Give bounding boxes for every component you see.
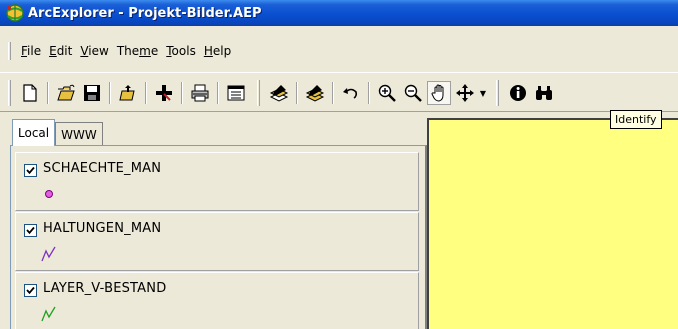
- layer-visibility-checkbox[interactable]: [24, 164, 37, 177]
- find-button[interactable]: [532, 81, 556, 105]
- print-icon: [191, 84, 209, 102]
- pan-move-icon: [456, 84, 474, 102]
- tab-www[interactable]: WWW: [55, 122, 103, 146]
- save-icon: [84, 85, 100, 101]
- legend-panel: Local WWW SCHAECHTE_MAN HALTUNGEN_MAN LA…: [10, 118, 427, 329]
- legend-area: SCHAECHTE_MAN HALTUNGEN_MAN LAYER_V-BEST…: [10, 145, 427, 329]
- undo-icon: [343, 88, 358, 99]
- add-theme-icon: [156, 85, 172, 101]
- menu-theme[interactable]: Theme: [115, 44, 164, 58]
- layer-item[interactable]: HALTUNGEN_MAN: [15, 212, 419, 271]
- toolbar-separator: [47, 82, 49, 104]
- checkmark-icon: [26, 286, 35, 295]
- arcexplorer-window: ArcExplorer - Projekt-Bilder.AEP File Ed…: [0, 0, 678, 329]
- print-button[interactable]: [188, 81, 212, 105]
- toolbar-separator: [368, 82, 370, 104]
- layer-item[interactable]: SCHAECHTE_MAN: [15, 152, 419, 211]
- layer-visibility-checkbox[interactable]: [24, 284, 37, 297]
- zoom-in-icon: [378, 84, 396, 102]
- zoom-out-icon: [404, 84, 422, 102]
- theme-properties-icon: [269, 85, 289, 102]
- pan-move-button[interactable]: [453, 81, 477, 105]
- zoom-in-button[interactable]: [375, 81, 399, 105]
- layer-item[interactable]: LAYER_V-BESTAND: [15, 272, 419, 329]
- save-button[interactable]: [80, 81, 104, 105]
- identify-icon: [510, 85, 526, 101]
- menu-edit[interactable]: Edit: [47, 44, 78, 58]
- menu-bar: File Edit View Theme Tools Help: [0, 40, 678, 62]
- tab-local[interactable]: Local: [12, 119, 56, 146]
- theme-properties-button[interactable]: [267, 81, 291, 105]
- new-button[interactable]: [18, 81, 42, 105]
- arcexplorer-globe-icon: [6, 4, 24, 22]
- layer-list: SCHAECHTE_MAN HALTUNGEN_MAN LAYER_V-BEST…: [15, 152, 419, 329]
- toolbar-grip[interactable]: [8, 80, 11, 106]
- undo-button[interactable]: [339, 81, 363, 105]
- find-icon: [536, 86, 552, 100]
- toolbar-grip[interactable]: [257, 80, 260, 106]
- toolbar-separator: [332, 82, 334, 104]
- theme-properties-edit-icon: [305, 85, 325, 102]
- menu-help[interactable]: Help: [202, 44, 237, 58]
- zoom-out-button[interactable]: [401, 81, 425, 105]
- legend-toggle-button[interactable]: [224, 81, 248, 105]
- legend-toggle-icon: [227, 85, 245, 101]
- point-symbol-icon: [45, 190, 53, 198]
- checkmark-icon: [26, 226, 35, 235]
- menubar-grip[interactable]: [8, 42, 11, 60]
- line-symbol-icon: [41, 246, 56, 262]
- layer-name: HALTUNGEN_MAN: [43, 221, 162, 236]
- layer-name: SCHAECHTE_MAN: [43, 161, 162, 176]
- layer-name: LAYER_V-BESTAND: [43, 281, 167, 296]
- line-symbol-icon: [41, 306, 56, 322]
- add-theme-button[interactable]: [152, 81, 176, 105]
- identify-button[interactable]: [506, 81, 530, 105]
- pan-dropdown-arrow[interactable]: ▼: [478, 81, 488, 105]
- open-project-icon: [119, 85, 135, 101]
- toolbar-separator: [109, 82, 111, 104]
- open-button[interactable]: [54, 81, 78, 105]
- window-title: ArcExplorer - Projekt-Bilder.AEP: [28, 5, 262, 21]
- layer-visibility-checkbox[interactable]: [24, 224, 37, 237]
- theme-properties-edit-button[interactable]: [303, 81, 327, 105]
- menu-file[interactable]: File: [19, 44, 47, 58]
- open-icon: [57, 84, 75, 101]
- identify-tooltip: Identify: [610, 110, 662, 129]
- toolbar-separator: [181, 82, 183, 104]
- pan-hand-icon: [431, 84, 444, 102]
- menu-tools[interactable]: Tools: [164, 44, 202, 58]
- toolbar-separator: [296, 82, 298, 104]
- menu-view[interactable]: View: [78, 44, 114, 58]
- map-view[interactable]: [427, 118, 678, 329]
- toolbar-grip[interactable]: [496, 80, 499, 106]
- toolbar-separator: [145, 82, 147, 104]
- title-bar[interactable]: ArcExplorer - Projekt-Bilder.AEP: [0, 0, 678, 26]
- open-project-button[interactable]: [116, 81, 140, 105]
- pan-hand-button[interactable]: [427, 81, 451, 105]
- panel-tabs: Local WWW: [12, 118, 103, 146]
- toolbar: ▼: [0, 79, 557, 107]
- toolbar-separator: [217, 82, 219, 104]
- checkmark-icon: [26, 166, 35, 175]
- toolbar-area: ▼: [0, 72, 678, 112]
- new-icon: [23, 84, 37, 102]
